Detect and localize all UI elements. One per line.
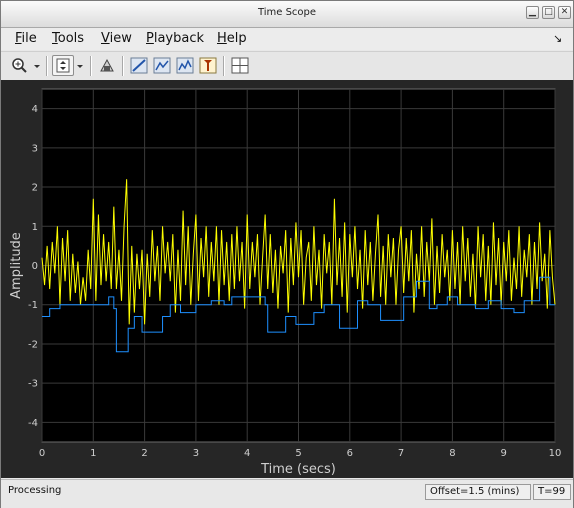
toolbar-separator: [90, 56, 92, 76]
y-tick-label: -2: [28, 339, 38, 350]
scope-display: 0 1 2 3 4 5 6 7 8 9 10 4 3 2 1 0 -1 -2 -3 -4 Time (secs) A…: [1, 80, 573, 478]
title-bar: Time Scope ▁ □ ✕: [1, 1, 573, 28]
highlight-icon[interactable]: [96, 55, 118, 76]
y-tick-label: 2: [32, 183, 38, 194]
time-readout: T=99: [533, 484, 571, 500]
x-tick-label: 10: [549, 448, 562, 459]
menu-view[interactable]: View: [101, 31, 132, 46]
y-tick-label: 1: [32, 222, 38, 233]
scale-dropdown-chevron-icon[interactable]: [74, 55, 86, 76]
x-tick-label: 1: [90, 448, 96, 459]
signal-statistics-icon[interactable]: [174, 55, 196, 76]
x-tick-label: 4: [244, 448, 250, 459]
menu-help[interactable]: Help: [217, 31, 247, 46]
offset-readout: Offset=1.5 (mins): [425, 484, 531, 500]
y-tick-label: -3: [28, 379, 38, 390]
x-axis-label: Time (secs): [260, 462, 336, 477]
peak-finder-icon[interactable]: [197, 55, 219, 76]
time-scope-window: Time Scope ▁ □ ✕ File Tools View Playbac…: [0, 0, 574, 508]
y-tick-label: 3: [32, 143, 38, 154]
maximize-button[interactable]: □: [542, 6, 555, 19]
y-tick-label: -1: [28, 300, 38, 311]
menu-bar: File Tools View Playback Help ↘: [1, 28, 573, 50]
y-tick-label: 0: [32, 261, 38, 272]
x-tick-label: 8: [449, 448, 455, 459]
minimize-button[interactable]: ▁: [526, 6, 539, 19]
triggers-icon[interactable]: [128, 55, 150, 76]
x-tick-label: 7: [398, 448, 404, 459]
x-tick-label: 5: [295, 448, 301, 459]
status-text: Processing: [8, 485, 62, 496]
x-tick-label: 2: [141, 448, 147, 459]
x-tick-label: 3: [193, 448, 199, 459]
cursor-measurements-icon[interactable]: [151, 55, 173, 76]
menu-tools[interactable]: Tools: [52, 31, 84, 46]
toolbar-separator: [46, 56, 48, 76]
y-axis-label: Amplitude: [9, 232, 24, 299]
y-tick-label: -4: [28, 418, 38, 429]
pan-scale-icon[interactable]: [52, 55, 74, 76]
menu-file[interactable]: File: [15, 31, 37, 46]
toolbar-separator: [223, 56, 225, 76]
window-title: Time Scope: [257, 7, 317, 18]
undock-icon[interactable]: ↘: [553, 32, 562, 45]
close-button[interactable]: ✕: [558, 6, 571, 19]
toolbar-separator: [122, 56, 124, 76]
menu-playback[interactable]: Playback: [146, 31, 204, 46]
toolbar: [1, 51, 573, 81]
x-tick-label: 6: [347, 448, 353, 459]
scope-plot: 0 1 2 3 4 5 6 7 8 9 10 43210-1-2-3-4 Time (secs) A…: [1, 80, 573, 478]
zoom-in-icon[interactable]: [9, 55, 31, 76]
status-bar: Processing Offset=1.5 (mins) T=99: [1, 479, 573, 508]
layout-icon[interactable]: [229, 55, 251, 76]
x-tick-label: 9: [501, 448, 507, 459]
x-tick-label: 0: [39, 448, 45, 459]
zoom-dropdown-chevron-icon[interactable]: [31, 55, 43, 76]
y-tick-label: 4: [32, 104, 38, 115]
